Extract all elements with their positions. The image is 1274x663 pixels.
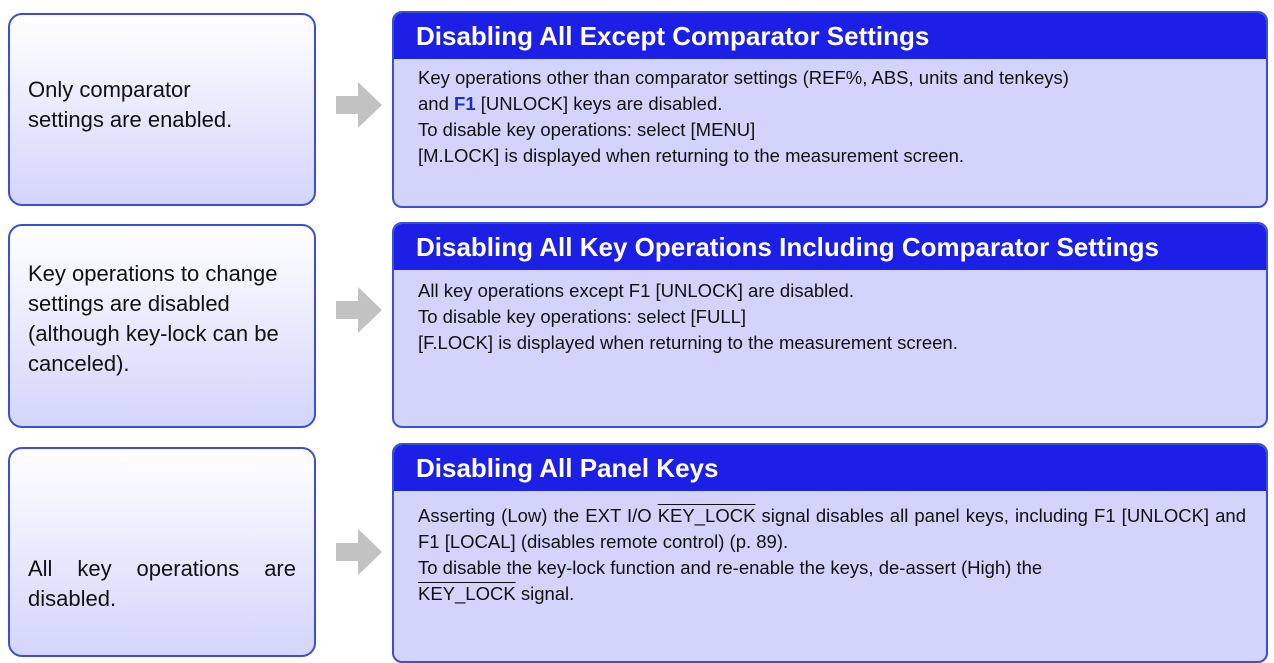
panel-all-panel-keys: Disabling All Panel Keys Asserting (Low)… — [392, 443, 1268, 663]
panel-title: Disabling All Key Operations Including C… — [394, 224, 1266, 270]
description-text: All key operations are disabled. — [28, 556, 296, 611]
body-text: Asserting (Low) the EXT I/O — [418, 505, 658, 526]
panel-title: Disabling All Except Comparator Settings — [394, 13, 1266, 59]
key-lock-signal-label: KEY_LOCK — [418, 583, 516, 604]
f1-key-label: F1 — [454, 93, 476, 114]
description-text: Only comparator settings are enabled. — [28, 77, 233, 132]
panel-comparator-only: Disabling All Except Comparator Settings… — [392, 11, 1268, 208]
body-line: [F.LOCK] is displayed when returning to … — [418, 332, 958, 353]
panel-title: Disabling All Panel Keys — [394, 445, 1266, 491]
description-box-settings-disabled: Key operations to change settings are di… — [8, 224, 316, 428]
body-line: To disable key operations: select [FULL] — [418, 306, 747, 327]
panel-all-key-operations: Disabling All Key Operations Including C… — [392, 222, 1268, 428]
body-text: [UNLOCK] keys are disabled. — [475, 93, 723, 114]
body-text: and — [418, 93, 455, 114]
body-paragraph: Asserting (Low) the EXT I/O KEY_LOCK sig… — [418, 503, 1246, 555]
body-text: signal. — [515, 583, 575, 604]
body-paragraph: KEY_LOCK signal. — [418, 581, 1246, 607]
body-line: and F1 [UNLOCK] keys are disabled. — [418, 91, 1242, 117]
panel-body: Asserting (Low) the EXT I/O KEY_LOCK sig… — [394, 491, 1266, 607]
body-line: [M.LOCK] is displayed when returning to … — [418, 145, 965, 166]
panel-body: All key operations except F1 [UNLOCK] ar… — [394, 270, 1266, 356]
body-paragraph: To disable the key-lock function and re-… — [418, 557, 1043, 578]
body-line: Key operations other than comparator set… — [418, 67, 1069, 88]
key-lock-signal-label: KEY_LOCK — [657, 505, 756, 526]
description-text: Key operations to change settings are di… — [28, 261, 279, 376]
description-box-all-disabled: All key operations are disabled. — [8, 447, 316, 657]
description-box-comparator-only: Only comparator settings are enabled. — [8, 13, 316, 206]
body-line: All key operations except F1 [UNLOCK] ar… — [418, 280, 854, 301]
body-line: To disable key operations: select [MENU] — [418, 119, 756, 140]
panel-body: Key operations other than comparator set… — [394, 59, 1266, 169]
